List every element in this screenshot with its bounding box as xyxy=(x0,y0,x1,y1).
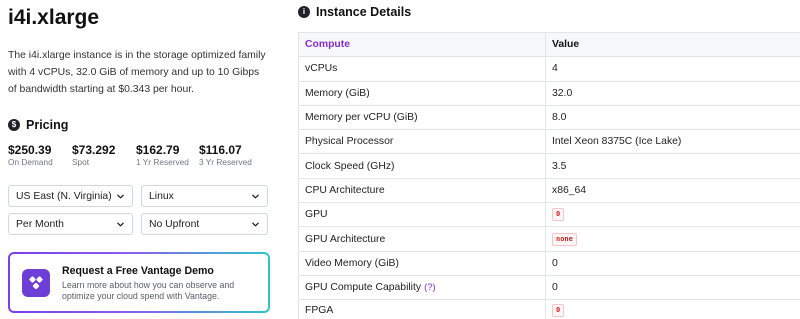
price-value: $116.07 xyxy=(199,143,242,157)
pricing-filters: US East (N. Virginia) Linux Per Month No… xyxy=(8,185,270,235)
row-label: Physical Processor xyxy=(298,129,546,155)
table-row: Video Memory (GiB) 0 xyxy=(298,250,800,276)
row-value: Intel Xeon 8375C (Ice Lake) xyxy=(545,129,800,155)
price-label: On Demand xyxy=(8,157,53,167)
instance-description: The i4i.xlarge instance is in the storag… xyxy=(8,50,266,95)
row-value: 3.5 xyxy=(545,153,800,179)
details-heading-label: Instance Details xyxy=(316,5,412,19)
table-header-row: Compute Value xyxy=(298,31,800,58)
row-label: GPU Compute Capability xyxy=(305,282,422,294)
chevron-down-icon xyxy=(252,194,259,198)
chevron-down-icon xyxy=(117,194,124,198)
instance-overview: i4i.xlarge The i4i.xlarge instance is in… xyxy=(8,0,270,313)
instance-details: i Instance Details Compute Value vCPUs 4… xyxy=(298,0,800,319)
table-row: Physical Processor Intel Xeon 8375C (Ice… xyxy=(298,129,800,155)
row-label: Video Memory (GiB) xyxy=(298,250,546,276)
code-badge: 0 xyxy=(552,208,565,222)
demo-subtitle-line2: optimize your cloud spend with Vantage. xyxy=(62,290,220,301)
price-1yr-reserved: $162.79 1 Yr Reserved xyxy=(136,143,199,167)
region-select[interactable]: US East (N. Virginia) xyxy=(8,185,133,207)
price-value: $250.39 xyxy=(8,143,52,157)
row-value: 0 xyxy=(545,250,800,276)
table-row: CPU Architecture x86_64 xyxy=(298,177,800,204)
row-label: vCPUs xyxy=(298,56,546,82)
row-value: 0 xyxy=(545,274,800,301)
details-heading: i Instance Details xyxy=(298,5,800,19)
table-row: FPGA 0 xyxy=(298,299,800,319)
row-value-cell: none xyxy=(545,226,800,252)
help-link[interactable]: (?) xyxy=(424,282,436,293)
demo-subtitle-line1: Learn more about how you can observe and xyxy=(62,279,235,290)
demo-banner[interactable]: Request a Free Vantage Demo Learn more a… xyxy=(8,252,270,313)
vantage-logo-icon xyxy=(22,268,50,297)
details-table: Compute Value vCPUs 4 Memory (GiB) 32.0 … xyxy=(298,31,800,319)
table-row: Memory (GiB) 32.0 xyxy=(298,80,800,106)
info-icon: i xyxy=(298,6,310,18)
price-value: $73.292 xyxy=(72,143,116,157)
demo-banner-content: Request a Free Vantage Demo Learn more a… xyxy=(10,254,268,311)
row-value: x86_64 xyxy=(545,177,800,204)
row-label-cell: GPU Compute Capability (?) xyxy=(298,274,546,301)
price-value: $162.79 xyxy=(136,143,180,157)
row-label: CPU Architecture xyxy=(298,177,546,204)
row-label: Memory (GiB) xyxy=(298,80,546,106)
row-value: 32.0 xyxy=(545,80,800,106)
row-label: FPGA xyxy=(298,299,546,319)
column-header-compute: Compute xyxy=(298,31,546,58)
chevron-down-icon xyxy=(252,222,259,226)
dollar-icon: $ xyxy=(8,119,20,131)
row-value-cell: 0 xyxy=(545,202,800,228)
period-select-value: Per Month xyxy=(16,218,64,230)
table-row: GPU 0 xyxy=(298,202,800,228)
reservation-select-value: No Upfront xyxy=(149,218,200,230)
table-row: GPU Architecture none xyxy=(298,226,800,252)
price-spot: $73.292 Spot xyxy=(72,143,136,167)
reservation-select[interactable]: No Upfront xyxy=(141,213,268,235)
table-row: vCPUs 4 xyxy=(298,56,800,82)
row-value: 4 xyxy=(545,56,800,82)
table-row: Clock Speed (GHz) 3.5 xyxy=(298,153,800,179)
row-label: Memory per vCPU (GiB) xyxy=(298,104,546,131)
table-row: Memory per vCPU (GiB) 8.0 xyxy=(298,104,800,131)
chevron-down-icon xyxy=(117,222,124,226)
pricing-heading: $ Pricing xyxy=(8,118,270,132)
region-select-value: US East (N. Virginia) xyxy=(16,190,112,202)
demo-title: Request a Free Vantage Demo xyxy=(62,264,214,277)
row-value-cell: 0 xyxy=(545,299,800,319)
pricing-heading-label: Pricing xyxy=(26,118,69,132)
os-select[interactable]: Linux xyxy=(141,185,268,207)
row-label: Clock Speed (GHz) xyxy=(298,153,546,179)
price-3yr-reserved: $116.07 3 Yr Reserved xyxy=(199,143,263,167)
column-header-value: Value xyxy=(545,31,800,58)
row-label: GPU xyxy=(298,202,546,228)
page-title: i4i.xlarge xyxy=(8,6,100,29)
code-badge: none xyxy=(552,232,577,246)
price-on-demand: $250.39 On Demand xyxy=(8,143,72,167)
demo-text: Request a Free Vantage Demo Learn more a… xyxy=(62,264,234,302)
period-select[interactable]: Per Month xyxy=(8,213,133,235)
table-row: GPU Compute Capability (?) 0 xyxy=(298,274,800,301)
price-list: $250.39 On Demand $73.292 Spot $162.79 1… xyxy=(8,143,270,167)
price-label: 1 Yr Reserved xyxy=(136,157,189,167)
code-badge: 0 xyxy=(552,304,565,318)
os-select-value: Linux xyxy=(149,190,174,202)
row-value: 8.0 xyxy=(545,104,800,131)
price-label: Spot xyxy=(72,157,90,167)
row-label: GPU Architecture xyxy=(298,226,546,252)
price-label: 3 Yr Reserved xyxy=(199,157,252,167)
